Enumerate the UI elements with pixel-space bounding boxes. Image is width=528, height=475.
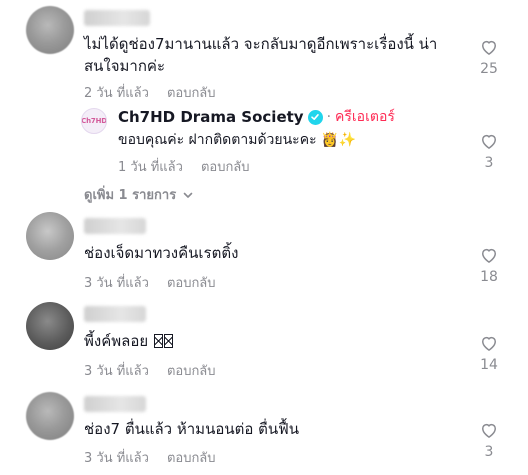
like-count: 3 (484, 155, 494, 171)
like-count: 3 (484, 444, 494, 460)
comment-text: ไม่ได้ดูช่อง7มานานแล้ว จะกลับมาดูอีกเพรา… (84, 35, 438, 75)
username-blurred[interactable] (84, 396, 146, 412)
comment-time: 3 วัน ที่แล้ว (84, 276, 149, 291)
creator-reply-meta: 1 วัน ที่แล้ว ตอบกลับ (118, 156, 250, 177)
reply-button[interactable]: ตอบกลับ (167, 447, 216, 468)
reply-button[interactable]: ตอบกลับ (167, 360, 216, 381)
comment-time: 3 วัน ที่แล้ว (84, 451, 149, 466)
like-button[interactable]: 14 (471, 333, 507, 373)
comment-meta: 3 วัน ที่แล้ว ตอบกลับ (84, 272, 216, 293)
creator-avatar[interactable]: Ch7HD (81, 108, 107, 134)
creator-name[interactable]: Ch7HD Drama Society (118, 108, 304, 126)
creator-reply-time: 1 วัน ที่แล้ว (118, 160, 183, 175)
heart-outline-icon (482, 423, 496, 438)
avatar[interactable] (26, 6, 74, 54)
comment-time: 2 วัน ที่แล้ว (84, 86, 149, 101)
separator-dot: · (326, 109, 332, 125)
verified-badge-icon (307, 109, 323, 125)
comment-meta: 2 วัน ที่แล้ว ตอบกลับ (84, 82, 216, 103)
comment-text-body: พี้งค์พลอย (84, 332, 149, 350)
comment-meta: 3 วัน ที่แล้ว ตอบกลับ (84, 447, 216, 468)
heart-outline-icon (482, 336, 496, 351)
comment-text: พี้งค์พลอย (84, 330, 454, 352)
avatar[interactable] (26, 392, 74, 440)
creator-reply-body: ขอบคุณค่ะ ฝากติดตามด้วยนะคะ (118, 132, 317, 148)
heart-outline-icon (482, 248, 496, 263)
comment-text: ช่องเจ็ดมาทวงคืนเรตติ้ง (84, 244, 239, 262)
reply-button[interactable]: ตอบกลับ (167, 272, 216, 293)
like-count: 25 (480, 61, 498, 77)
creator-author-row: Ch7HD Drama Society · ครีเอเตอร์ (118, 106, 395, 128)
view-more-replies[interactable]: ดูเพิ่ม 1 รายการ (84, 184, 194, 205)
creator-reply-emoji: 👸✨ (321, 132, 356, 148)
chevron-down-icon (183, 192, 193, 198)
like-count: 14 (480, 357, 498, 373)
like-count: 18 (480, 269, 498, 285)
reply-button[interactable]: ตอบกลับ (201, 156, 250, 177)
avatar[interactable] (26, 212, 74, 260)
heart-outline-icon (482, 134, 496, 149)
like-button[interactable]: 18 (471, 245, 507, 285)
creator-avatar-logo: Ch7HD (81, 117, 107, 125)
creator-badge: ครีเอเตอร์ (335, 109, 395, 125)
missing-glyph-icon (163, 334, 173, 348)
like-button[interactable]: 3 (471, 420, 507, 460)
missing-glyph-icon (153, 334, 163, 348)
comment-text: ช่อง7 ตื่นแล้ว ห้ามนอนต่อ ตื่นฟื้น (84, 420, 299, 438)
view-more-label: ดูเพิ่ม 1 รายการ (84, 188, 177, 203)
username-blurred[interactable] (84, 306, 146, 322)
heart-outline-icon (482, 40, 496, 55)
like-button[interactable]: 25 (471, 37, 507, 77)
comment-meta: 3 วัน ที่แล้ว ตอบกลับ (84, 360, 216, 381)
reply-button[interactable]: ตอบกลับ (167, 82, 216, 103)
comment-time: 3 วัน ที่แล้ว (84, 364, 149, 379)
avatar[interactable] (26, 302, 74, 350)
creator-reply-text: ขอบคุณค่ะ ฝากติดตามด้วยนะคะ 👸✨ (118, 129, 356, 151)
username-blurred[interactable] (84, 218, 146, 234)
like-button[interactable]: 3 (471, 131, 507, 171)
username-blurred[interactable] (84, 10, 150, 26)
